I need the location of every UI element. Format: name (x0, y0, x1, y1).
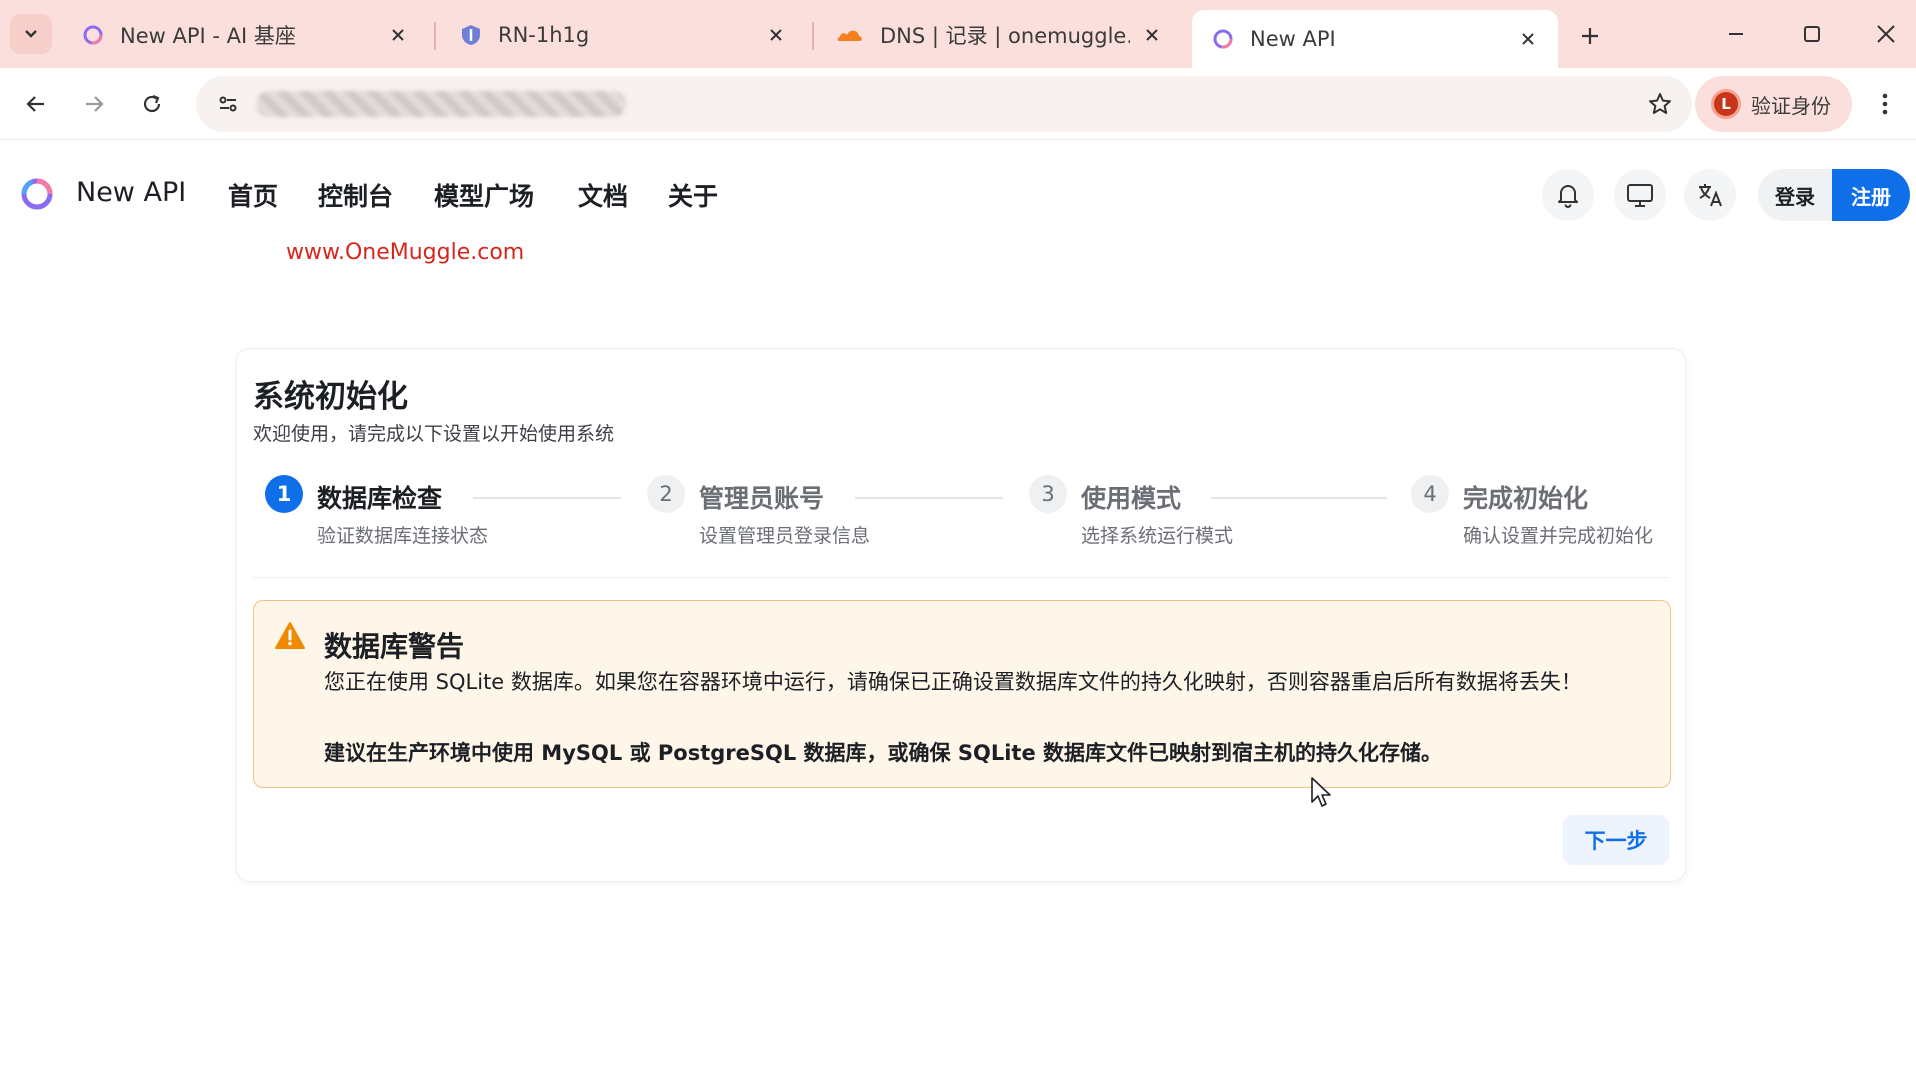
translate-icon (1699, 184, 1722, 207)
plus-icon (1582, 28, 1598, 44)
monitor-icon (1627, 184, 1653, 207)
register-button[interactable]: 注册 (1832, 169, 1910, 221)
step-number: 1 (265, 475, 303, 513)
more-vertical-icon (1882, 93, 1888, 115)
address-bar[interactable] (196, 76, 1692, 132)
setup-card: 系统初始化 欢迎使用，请完成以下设置以开始使用系统 1 数据库检查 验证数据库连… (236, 348, 1686, 882)
step-title: 管理员账号 (699, 484, 825, 513)
nav-about[interactable]: 关于 (668, 177, 718, 213)
step-description: 设置管理员登录信息 (699, 525, 871, 547)
watermark-text: www.OneMuggle.com (286, 240, 525, 265)
nav-console[interactable]: 控制台 (318, 177, 393, 213)
arrow-left-icon (26, 96, 44, 112)
language-button[interactable] (1684, 169, 1736, 221)
mouse-cursor-icon (1310, 776, 1332, 808)
nav-docs[interactable]: 文档 (578, 177, 628, 213)
step-title: 使用模式 (1081, 484, 1182, 513)
close-window-button[interactable] (1866, 16, 1906, 52)
step-connector (855, 497, 1003, 499)
back-button[interactable] (16, 84, 56, 124)
minimize-icon (1729, 33, 1743, 35)
step-description: 确认设置并完成初始化 (1463, 525, 1654, 547)
tab-separator (434, 22, 436, 50)
step-number: 3 (1029, 475, 1067, 513)
close-icon[interactable] (386, 23, 410, 47)
maximize-icon (1804, 26, 1820, 42)
url-text-blurred (256, 91, 626, 117)
browser-tab-active[interactable]: New API (1192, 10, 1558, 68)
step-complete[interactable]: 4 完成初始化 确认设置并完成初始化 (1411, 475, 1671, 555)
warning-recommendation: 建议在生产环境中使用 MySQL 或 PostgreSQL 数据库，或确保 SQ… (324, 741, 1442, 765)
chevron-down-icon (25, 30, 37, 38)
forward-button[interactable] (74, 84, 114, 124)
cloudflare-icon (836, 24, 864, 46)
step-admin-account[interactable]: 2 管理员账号 设置管理员登录信息 (647, 475, 967, 555)
theme-toggle-button[interactable] (1614, 169, 1666, 221)
warning-text: 您正在使用 SQLite 数据库。如果您在容器环境中运行，请确保已正确设置数据库… (324, 670, 1582, 694)
close-icon (1877, 25, 1895, 43)
brand-name[interactable]: New API (76, 177, 186, 208)
site-info-icon[interactable] (210, 86, 246, 122)
maximize-button[interactable] (1792, 16, 1832, 52)
tab-title: DNS | 记录 | onemuggle.com (880, 24, 1130, 48)
bookmark-star-icon[interactable] (1642, 86, 1678, 122)
login-button[interactable]: 登录 (1758, 169, 1832, 221)
tab-search-button[interactable] (10, 14, 52, 54)
notifications-button[interactable] (1542, 169, 1594, 221)
close-icon[interactable] (1140, 23, 1164, 47)
new-api-logo-icon (1212, 28, 1234, 50)
step-title: 数据库检查 (317, 484, 443, 513)
reload-button[interactable] (132, 84, 172, 124)
warning-icon (274, 621, 306, 651)
step-database-check[interactable]: 1 数据库检查 验证数据库连接状态 (265, 475, 585, 555)
step-title: 完成初始化 (1463, 484, 1589, 513)
reload-icon (143, 94, 161, 113)
browser-menu-button[interactable] (1870, 84, 1900, 124)
step-description: 选择系统运行模式 (1081, 525, 1234, 547)
shield-icon (460, 24, 482, 46)
new-tab-button[interactable] (1572, 18, 1608, 54)
browser-tab-3[interactable]: DNS | 记录 | onemuggle.com (816, 10, 1182, 60)
step-description: 验证数据库连接状态 (317, 525, 489, 547)
minimize-button[interactable] (1716, 16, 1756, 52)
avatar: L (1711, 89, 1741, 119)
tab-title: RN-1h1g (498, 23, 590, 47)
nav-model-square[interactable]: 模型广场 (434, 177, 534, 213)
step-connector (1211, 497, 1387, 499)
app-header: New API 首页 控制台 模型广场 文档 关于 登录 注册 (0, 141, 1916, 247)
browser-tab-2[interactable]: RN-1h1g (440, 10, 806, 60)
database-warning-banner: 数据库警告 您正在使用 SQLite 数据库。如果您在容器环境中运行，请确保已正… (253, 600, 1671, 788)
nav-home[interactable]: 首页 (228, 177, 278, 213)
verify-identity-button[interactable]: L 验证身份 (1695, 76, 1852, 132)
page-subtitle: 欢迎使用，请完成以下设置以开始使用系统 (253, 423, 615, 445)
step-number: 4 (1411, 475, 1449, 513)
browser-tab-1[interactable]: New API - AI 基座 (62, 10, 428, 60)
close-icon[interactable] (1516, 27, 1540, 51)
next-button[interactable]: 下一步 (1563, 815, 1669, 865)
close-icon[interactable] (764, 23, 788, 47)
bell-icon (1558, 185, 1578, 208)
arrow-right-icon (86, 96, 104, 112)
tab-separator (812, 22, 814, 50)
tab-title: New API (1250, 27, 1336, 51)
tab-title: New API - AI 基座 (120, 24, 296, 48)
browser-tabstrip: New API - AI 基座 RN-1h1g DNS | 记录 | onemu… (0, 0, 1916, 68)
new-api-logo-icon (82, 24, 104, 46)
verify-identity-label: 验证身份 (1751, 93, 1831, 118)
step-number: 2 (647, 475, 685, 513)
divider (253, 577, 1669, 578)
step-connector (473, 497, 621, 499)
step-usage-mode[interactable]: 3 使用模式 选择系统运行模式 (1029, 475, 1349, 555)
page-title: 系统初始化 (253, 379, 408, 415)
browser-toolbar: L 验证身份 (0, 68, 1916, 140)
new-api-logo-icon[interactable] (20, 177, 54, 211)
warning-title: 数据库警告 (324, 630, 465, 663)
